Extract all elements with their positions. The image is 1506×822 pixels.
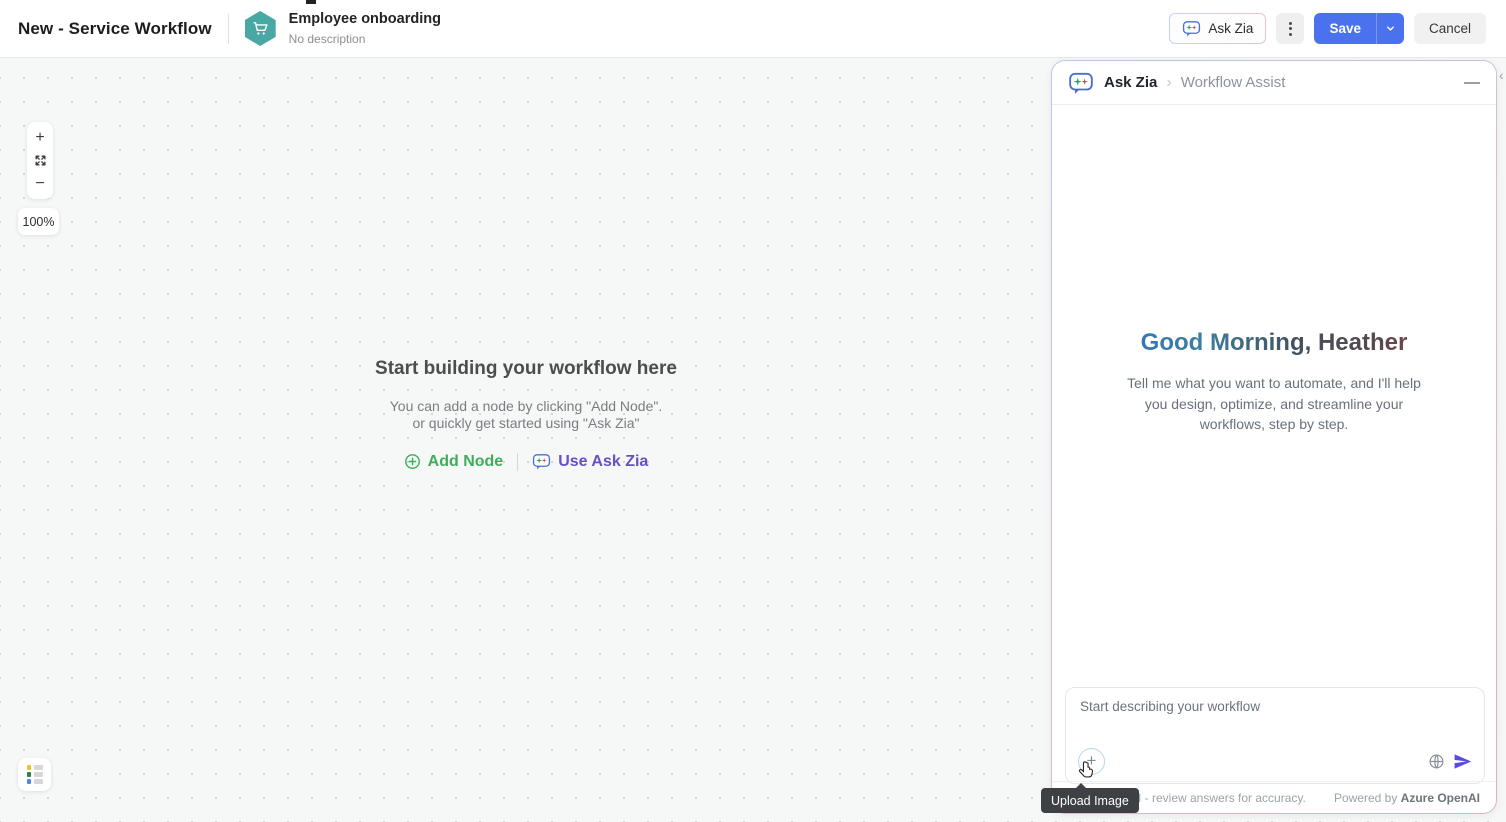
minimize-panel-button[interactable] bbox=[1464, 82, 1480, 84]
more-options-button[interactable] bbox=[1276, 13, 1304, 44]
zia-icon bbox=[532, 452, 551, 471]
chevron-down-icon bbox=[1385, 23, 1396, 34]
panel-header: Ask Zia › Workflow Assist bbox=[1052, 61, 1496, 105]
zoom-controls: + − bbox=[27, 122, 53, 199]
ask-zia-label: Ask Zia bbox=[1208, 21, 1253, 36]
save-split-button: Save bbox=[1314, 13, 1404, 44]
header-divider bbox=[228, 14, 229, 44]
node-legend-button[interactable] bbox=[18, 758, 51, 791]
expand-icon bbox=[34, 154, 47, 167]
ai-disclaimer: AI - review answers for accuracy. bbox=[1130, 791, 1306, 805]
zoom-out-button[interactable]: − bbox=[27, 172, 53, 195]
zia-icon bbox=[1068, 70, 1094, 96]
fit-screen-button[interactable] bbox=[27, 149, 53, 172]
page-title: New - Service Workflow bbox=[18, 19, 212, 39]
panel-title: Ask Zia bbox=[1104, 74, 1157, 91]
send-icon[interactable] bbox=[1453, 752, 1472, 771]
list-legend-icon bbox=[27, 765, 43, 784]
empty-state-title: Start building your workflow here bbox=[0, 358, 1052, 380]
cart-icon bbox=[252, 20, 269, 37]
canvas-empty-state: Start building your workflow here You ca… bbox=[0, 358, 1052, 471]
empty-state-line2: or quickly get started using "Ask Zia" bbox=[0, 415, 1052, 432]
add-node-label: Add Node bbox=[428, 453, 504, 471]
cancel-button[interactable]: Cancel bbox=[1414, 13, 1486, 44]
ask-zia-panel: Ask Zia › Workflow Assist Good Morning, … bbox=[1051, 60, 1497, 814]
workflow-name: Employee onboarding bbox=[289, 10, 441, 28]
actions-divider bbox=[517, 453, 518, 471]
web-search-icon[interactable] bbox=[1428, 753, 1445, 770]
breadcrumb-separator: › bbox=[1166, 74, 1171, 92]
tooltip-arrow bbox=[1076, 783, 1086, 788]
app-icon bbox=[245, 11, 276, 46]
zoom-level-indicator: 100% bbox=[18, 208, 59, 235]
greeting-text: Good Morning, Heather bbox=[1052, 329, 1496, 357]
mouse-cursor-icon bbox=[1076, 760, 1097, 783]
greeting-block: Good Morning, Heather Tell me what you w… bbox=[1052, 329, 1496, 435]
powered-by: Powered by Azure OpenAI bbox=[1334, 791, 1480, 805]
add-node-button[interactable]: Add Node bbox=[404, 453, 504, 471]
upload-image-tooltip: Upload Image bbox=[1041, 788, 1139, 813]
empty-state-line1: You can add a node by clicking "Add Node… bbox=[0, 398, 1052, 415]
zia-icon bbox=[1182, 19, 1201, 38]
zoom-in-button[interactable]: + bbox=[27, 126, 53, 149]
top-edge-artifact bbox=[306, 0, 316, 4]
use-ask-zia-button[interactable]: Use Ask Zia bbox=[532, 452, 648, 471]
provider-name: Azure OpenAI bbox=[1401, 791, 1480, 805]
save-dropdown-button[interactable] bbox=[1376, 13, 1404, 44]
kebab-icon bbox=[1289, 22, 1292, 36]
use-ask-zia-label: Use Ask Zia bbox=[558, 453, 648, 471]
circle-plus-icon bbox=[404, 453, 421, 470]
panel-subtitle: Workflow Assist bbox=[1181, 74, 1286, 91]
greeting-description: Tell me what you want to automate, and I… bbox=[1126, 373, 1422, 435]
collapse-panel-chevron-icon[interactable]: ‹ bbox=[1499, 67, 1504, 83]
ask-zia-button[interactable]: Ask Zia bbox=[1169, 13, 1266, 44]
save-button[interactable]: Save bbox=[1314, 13, 1376, 44]
workflow-prompt-box: + bbox=[1065, 687, 1485, 784]
workflow-prompt-input[interactable] bbox=[1066, 688, 1484, 746]
top-header: New - Service Workflow Employee onboardi… bbox=[0, 0, 1506, 58]
workflow-description: No description bbox=[289, 32, 441, 47]
